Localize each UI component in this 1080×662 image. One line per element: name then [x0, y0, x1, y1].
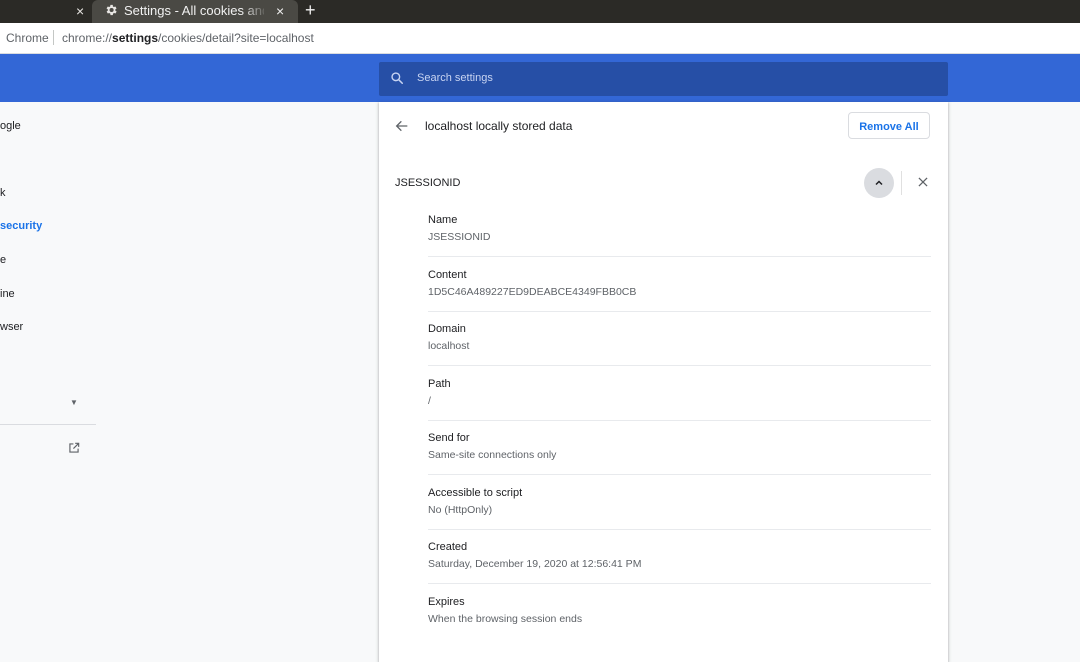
sidebar-item-you-and-google[interactable]: ogle [0, 120, 21, 132]
field-value: Same-site connections only [428, 449, 557, 461]
button-separator [901, 171, 902, 195]
cookie-field-content: Content 1D5C46A489227ED9DEABCE4349FBB0CB [428, 269, 931, 298]
advanced-caret-icon[interactable]: ▼ [70, 398, 78, 407]
page-title: localhost locally stored data [425, 119, 573, 133]
remove-all-button[interactable]: Remove All [848, 112, 930, 139]
field-divider [428, 256, 931, 257]
field-label: Path [428, 378, 451, 390]
cookie-field-domain: Domain localhost [428, 323, 931, 352]
sidebar-item-default-browser[interactable]: wser [0, 321, 23, 333]
field-value: No (HttpOnly) [428, 504, 493, 516]
field-value: 1D5C46A489227ED9DEABCE4349FBB0CB [428, 286, 637, 298]
tab-settings[interactable]: Settings - All cookies and site data × [92, 0, 298, 23]
field-value: localhost [428, 340, 470, 352]
field-value: Saturday, December 19, 2020 at 12:56:41 … [428, 558, 642, 570]
search-input[interactable]: Search settings [379, 62, 948, 96]
field-label: Accessible to script [428, 487, 523, 499]
field-divider [428, 474, 931, 475]
search-placeholder: Search settings [417, 72, 493, 84]
search-icon [391, 72, 404, 85]
collapse-button[interactable] [864, 168, 894, 198]
url-path: /cookies/detail?site=localhost [158, 31, 314, 45]
tab-title-fade [242, 0, 268, 23]
field-label: Created [428, 541, 468, 553]
field-value: / [428, 395, 431, 407]
cookie-field-send-for: Send for Same-site connections only [428, 432, 931, 461]
sidebar-item-autofill[interactable]: k [0, 187, 6, 199]
field-divider [428, 529, 931, 530]
back-arrow-icon[interactable] [394, 118, 410, 134]
field-divider [428, 365, 931, 366]
tab-strip: × Settings - All cookies and site data ×… [0, 0, 1080, 23]
cookie-detail-card: localhost locally stored data Remove All… [379, 102, 948, 662]
tab-close-icon[interactable]: × [76, 2, 84, 20]
field-label: Send for [428, 432, 470, 444]
cookie-field-created: Created Saturday, December 19, 2020 at 1… [428, 541, 931, 570]
cookie-name-heading: JSESSIONID [395, 177, 461, 189]
new-tab-button[interactable]: + [305, 0, 316, 21]
sidebar-item-privacy-and-security[interactable]: security [0, 220, 42, 232]
open-in-new-icon[interactable] [67, 441, 81, 455]
field-value: When the browsing session ends [428, 613, 583, 625]
close-icon[interactable] [916, 175, 930, 189]
cookie-field-expires: Expires When the browsing session ends [428, 596, 931, 625]
url-host: settings [112, 31, 159, 45]
gear-icon [106, 4, 117, 16]
tab-close-icon[interactable]: × [276, 2, 284, 20]
field-divider [428, 583, 931, 584]
field-label: Domain [428, 323, 466, 335]
sidebar-item-appearance[interactable]: e [0, 254, 6, 266]
field-label: Content [428, 269, 467, 281]
cookie-field-accessible-to-script: Accessible to script No (HttpOnly) [428, 487, 931, 516]
url-text[interactable]: chrome://settings/cookies/detail?site=lo… [62, 31, 314, 45]
field-divider [428, 420, 931, 421]
field-value: JSESSIONID [428, 231, 491, 243]
omnibox-separator [53, 30, 54, 45]
cookie-field-name: Name JSESSIONID [428, 214, 931, 243]
field-divider [428, 311, 931, 312]
chrome-label: Chrome [6, 31, 49, 45]
url-scheme: chrome:// [62, 31, 113, 45]
chevron-up-icon [875, 180, 883, 186]
field-label: Expires [428, 596, 465, 608]
tab-inactive[interactable]: × [0, 0, 92, 23]
sidebar-item-search-engine[interactable]: ine [0, 288, 15, 300]
sidebar-divider [0, 424, 96, 425]
address-bar[interactable]: Chrome chrome://settings/cookies/detail?… [0, 23, 1080, 54]
field-label: Name [428, 214, 458, 226]
cookie-field-path: Path / [428, 378, 931, 407]
